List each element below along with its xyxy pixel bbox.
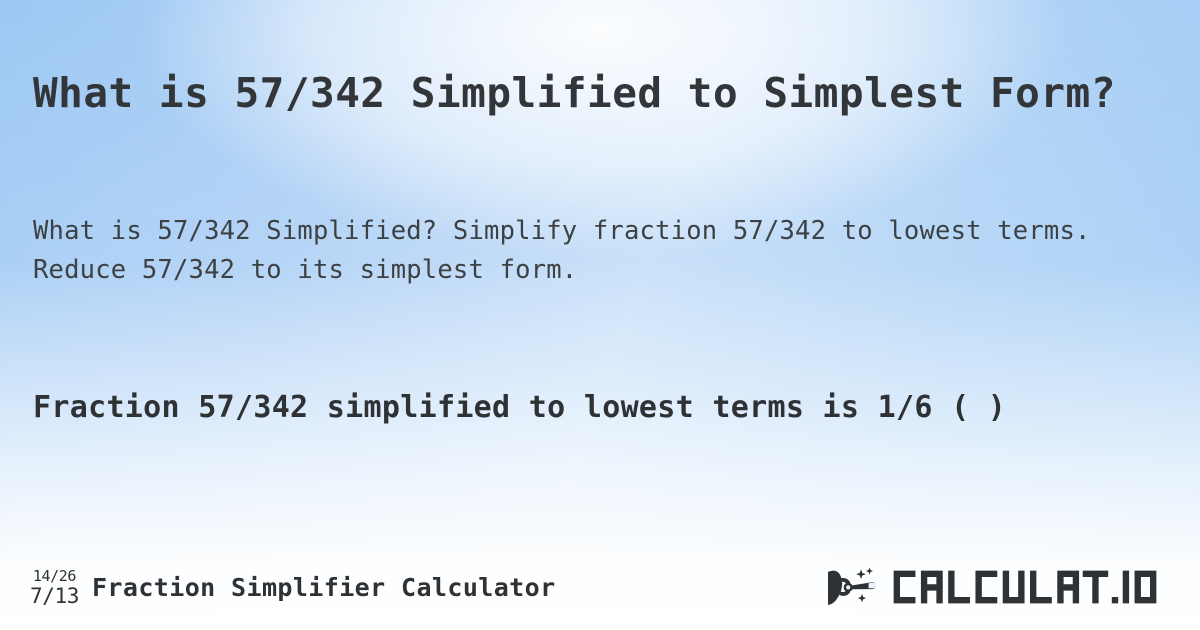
fraction-icon: 14/26 7/13 (30, 567, 79, 607)
answer-text: Fraction 57/342 simplified to lowest ter… (33, 390, 1007, 425)
page-title: What is 57/342 Simplified to Simplest Fo… (33, 69, 1116, 118)
fraction-icon-bottom: 7/13 (30, 584, 79, 608)
brand-logo[interactable] (826, 566, 1170, 608)
result-card: What is 57/342 Simplified to Simplest Fo… (0, 0, 1200, 630)
page-description: What is 57/342 Simplified? Simplify frac… (33, 215, 1107, 285)
footer-calculator-name: Fraction Simplifier Calculator (91, 572, 556, 602)
footer-left-group: 14/26 7/13 Fraction Simplifier Calculato… (30, 567, 556, 607)
card-content: What is 57/342 Simplified to Simplest Fo… (0, 0, 1200, 630)
calculatio-wordmark (893, 570, 1157, 604)
magic-wand-hand-icon (828, 567, 876, 605)
fraction-icon-top: 14/26 (32, 567, 77, 585)
card-footer: 14/26 7/13 Fraction Simplifier Calculato… (0, 544, 1200, 630)
